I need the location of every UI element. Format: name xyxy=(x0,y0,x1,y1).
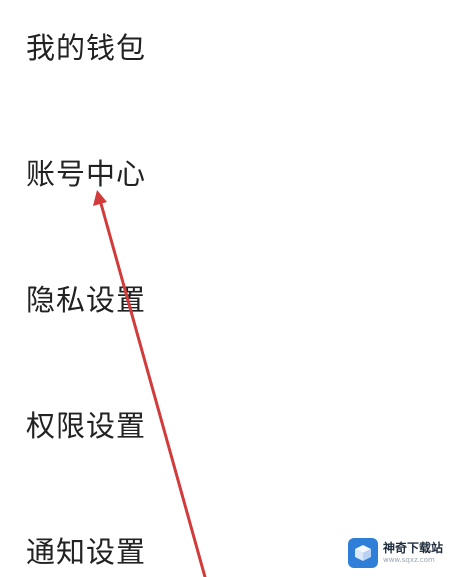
menu-item-label: 账号中心 xyxy=(26,157,147,191)
watermark-title: 神奇下载站 xyxy=(382,541,443,555)
menu-item-label: 权限设置 xyxy=(26,409,147,443)
menu-item-notification-settings[interactable]: 通知设置 xyxy=(26,528,326,572)
menu-item-permission-settings[interactable]: 权限设置 xyxy=(26,402,326,446)
site-watermark: 神奇下载站 www.sqxz.com xyxy=(347,537,443,569)
menu-item-label: 隐私设置 xyxy=(26,283,147,317)
menu-item-label: 通知设置 xyxy=(26,535,147,569)
watermark-subtitle: www.sqxz.com xyxy=(382,556,435,564)
cube-icon xyxy=(354,545,371,561)
settings-menu: 我的钱包 账号中心 隐私设置 权限设置 通知设置 xyxy=(0,0,453,577)
menu-item-wallet[interactable]: 我的钱包 xyxy=(26,24,326,68)
cube-logo-icon xyxy=(347,538,378,568)
menu-item-account-center[interactable]: 账号中心 xyxy=(26,150,326,194)
menu-item-privacy-settings[interactable]: 隐私设置 xyxy=(26,276,326,320)
menu-item-label: 我的钱包 xyxy=(26,31,147,65)
